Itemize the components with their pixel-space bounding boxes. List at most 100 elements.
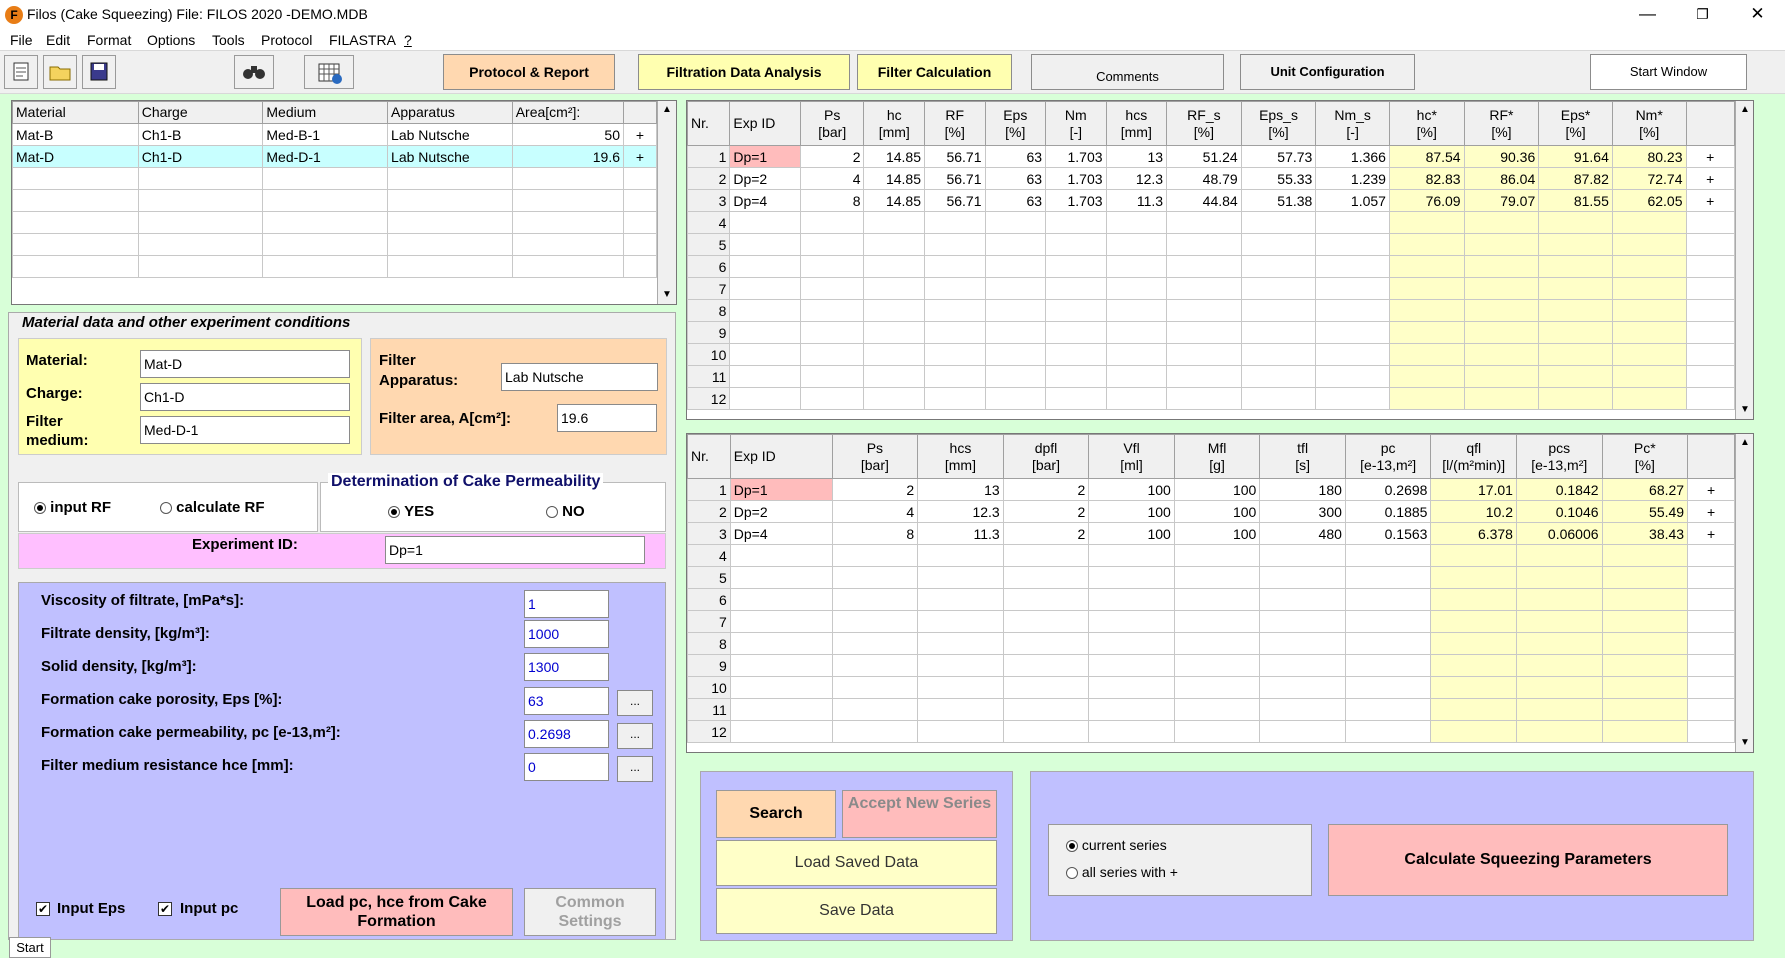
cell[interactable]: Lab Nutsche <box>387 145 513 168</box>
cell[interactable] <box>799 387 865 410</box>
cell[interactable] <box>863 299 925 322</box>
cell[interactable] <box>1045 387 1107 410</box>
cell[interactable] <box>924 211 986 234</box>
cell[interactable]: Dp=4 <box>729 189 801 212</box>
cell[interactable]: 100 <box>1088 500 1175 523</box>
filtrate-density-field[interactable]: 1000 <box>524 620 609 648</box>
filtration-data-analysis-button[interactable]: Filtration Data Analysis <box>638 54 850 90</box>
row-number[interactable]: 11 <box>687 365 731 388</box>
cell[interactable] <box>1538 255 1613 278</box>
cell[interactable]: 10.2 <box>1430 500 1517 523</box>
cell[interactable] <box>831 654 919 677</box>
cell[interactable] <box>1685 321 1735 344</box>
material-field[interactable]: Mat-D <box>140 350 350 378</box>
cell[interactable] <box>924 321 986 344</box>
cell[interactable]: Mat-B <box>12 123 139 146</box>
cell[interactable] <box>729 321 801 344</box>
cell[interactable] <box>1463 277 1540 300</box>
perm-no-radio[interactable]: NO <box>546 503 585 520</box>
cell[interactable] <box>831 544 919 567</box>
cell[interactable] <box>1002 698 1090 721</box>
cell[interactable] <box>1045 365 1107 388</box>
col-header[interactable]: Mfl [g] <box>1173 434 1261 479</box>
cell[interactable] <box>1173 566 1261 589</box>
cell[interactable]: 13 <box>917 478 1004 501</box>
col-header[interactable]: Nm [-] <box>1045 101 1107 146</box>
col-header[interactable]: Nm* [%] <box>1611 101 1687 146</box>
cell[interactable] <box>1601 676 1689 699</box>
cell[interactable]: 63 <box>984 167 1047 190</box>
col-header[interactable]: Nr. <box>687 434 731 479</box>
cell[interactable] <box>1002 654 1090 677</box>
row-number[interactable]: 12 <box>687 720 731 743</box>
cell[interactable] <box>1611 299 1687 322</box>
cell[interactable] <box>1687 720 1735 743</box>
cell[interactable]: 100 <box>1088 522 1175 545</box>
medium-field[interactable]: Med-D-1 <box>140 416 350 444</box>
cell[interactable] <box>1166 255 1242 278</box>
col-header[interactable]: Eps* [%] <box>1538 101 1613 146</box>
cell[interactable]: 14.85 <box>863 189 925 212</box>
cell[interactable] <box>1515 610 1603 633</box>
radio-icon[interactable] <box>1066 867 1078 880</box>
cell[interactable] <box>1611 387 1687 410</box>
col-header[interactable]: Exp ID <box>729 101 801 146</box>
col-apparatus[interactable]: Apparatus <box>387 101 513 124</box>
cell[interactable] <box>1687 566 1735 589</box>
row-number[interactable]: 7 <box>687 277 731 300</box>
cell[interactable] <box>799 321 865 344</box>
cell[interactable] <box>1687 610 1735 633</box>
cell[interactable] <box>1685 277 1735 300</box>
cell[interactable] <box>1601 566 1689 589</box>
cell[interactable] <box>1687 632 1735 655</box>
cell[interactable] <box>1611 233 1687 256</box>
cell[interactable]: 90.36 <box>1463 145 1540 168</box>
menu-tools[interactable]: Tools <box>212 30 245 50</box>
cell[interactable] <box>1601 544 1689 567</box>
cell[interactable] <box>1045 343 1107 366</box>
perm-yes-radio[interactable]: YES <box>388 503 434 520</box>
col-header[interactable]: Pc* [%] <box>1601 434 1689 479</box>
permeability-field[interactable]: 0.2698 <box>524 720 609 748</box>
cell[interactable] <box>1601 610 1689 633</box>
cell[interactable]: 91.64 <box>1538 145 1613 168</box>
cell[interactable]: 4 <box>831 500 919 523</box>
cell[interactable] <box>1240 365 1317 388</box>
cell[interactable] <box>1611 211 1687 234</box>
input-rf-radio[interactable]: input RF <box>34 499 111 516</box>
row-number[interactable]: 7 <box>687 610 731 633</box>
row-mark[interactable]: + <box>1685 189 1735 212</box>
menu-edit[interactable]: Edit <box>46 30 70 50</box>
col-header[interactable]: dpfl [bar] <box>1002 434 1090 479</box>
radio-icon[interactable] <box>388 506 400 519</box>
cell[interactable]: Lab Nutsche <box>387 123 513 146</box>
cell[interactable] <box>1002 720 1090 743</box>
cell[interactable]: 1.239 <box>1315 167 1390 190</box>
cell[interactable] <box>1388 211 1465 234</box>
cell[interactable] <box>831 676 919 699</box>
col-header[interactable]: hcs [mm] <box>917 434 1004 479</box>
cell[interactable] <box>1344 654 1432 677</box>
charge-field[interactable]: Ch1-D <box>140 383 350 411</box>
cell[interactable] <box>1611 255 1687 278</box>
cell[interactable] <box>799 211 865 234</box>
cell[interactable] <box>1105 233 1168 256</box>
cell[interactable] <box>1045 277 1107 300</box>
cell[interactable] <box>924 387 986 410</box>
cell[interactable] <box>729 632 833 655</box>
cell[interactable]: 1.057 <box>1315 189 1390 212</box>
cell[interactable] <box>1463 365 1540 388</box>
cell[interactable] <box>729 698 833 721</box>
cell[interactable] <box>1105 343 1168 366</box>
col-header[interactable]: RF_s [%] <box>1166 101 1242 146</box>
cell[interactable]: 14.85 <box>863 167 925 190</box>
cell[interactable] <box>1259 698 1346 721</box>
table-row[interactable]: Mat-B Ch1-B Med-B-1 Lab Nutsche 50 + <box>12 123 657 146</box>
cell[interactable] <box>1685 299 1735 322</box>
cell[interactable]: 62.05 <box>1611 189 1687 212</box>
scroll-down-icon[interactable]: ▼ <box>658 286 676 304</box>
cell[interactable]: 80.23 <box>1611 145 1687 168</box>
cell[interactable] <box>1515 654 1603 677</box>
cell[interactable] <box>1166 343 1242 366</box>
cell[interactable] <box>1315 365 1390 388</box>
